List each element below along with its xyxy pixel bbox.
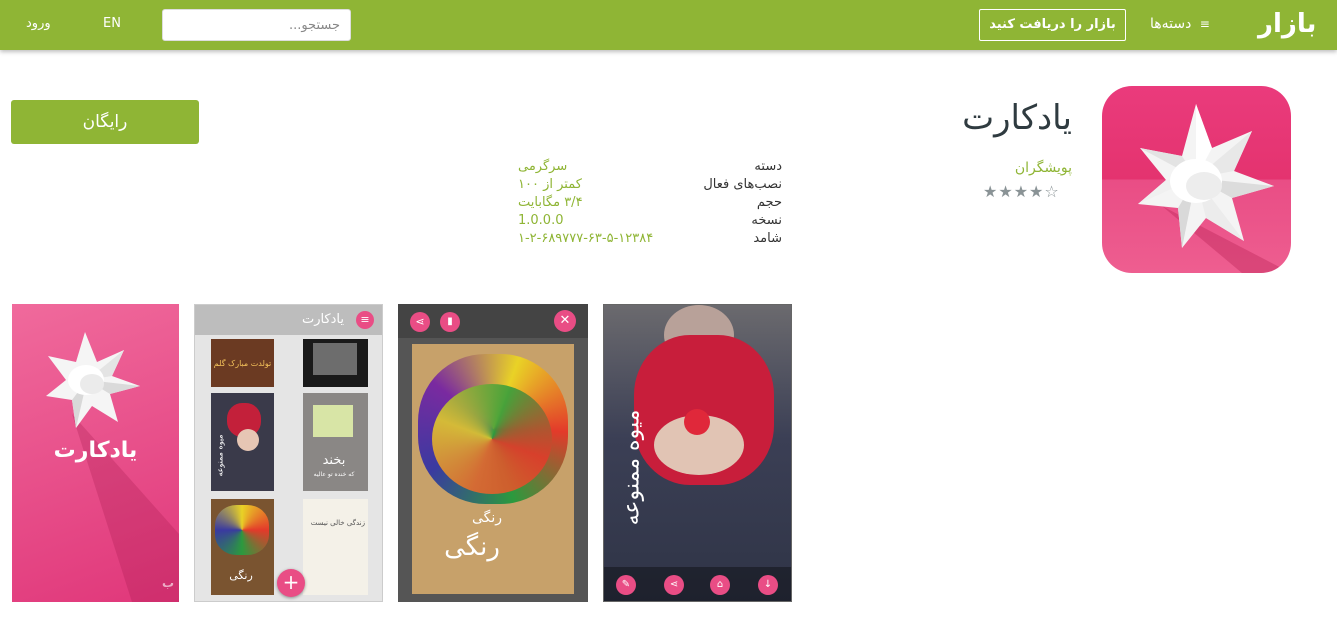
get-bazaar-button[interactable]: بازار را دریافت کنید <box>979 9 1126 41</box>
home-icon: ⌂ <box>710 575 730 595</box>
info-label: دسته <box>754 159 782 174</box>
info-value: 1.0.0.0 <box>518 213 564 228</box>
login-link[interactable]: ورود <box>26 16 51 31</box>
categories-menu[interactable]: ≡ دسته‌ها <box>1150 16 1210 32</box>
apple-icon <box>684 409 710 435</box>
info-label: شامد <box>753 231 782 246</box>
trash-icon: ▮ <box>440 312 460 332</box>
screenshot-3[interactable]: ⋖ ▮ ✕ رنگی رنگی <box>398 304 588 602</box>
info-value: کمتر از ۱۰۰ <box>518 177 582 192</box>
card-vertical-text: میوه ممنوعه <box>619 409 645 526</box>
info-row-category: دسته سرگرمی <box>518 158 782 176</box>
info-label: حجم <box>756 195 782 210</box>
search-input[interactable] <box>162 9 351 41</box>
info-row-shamed: شامد ۱-۲-۶۸۹۷۷۷-۶۳-۵-۱۲۳۸۴ <box>518 230 782 248</box>
categories-label: دسته‌ها <box>1150 16 1192 32</box>
card-big-text: رنگی <box>444 532 500 562</box>
app-info-table: دسته سرگرمی نصب‌های فعال کمتر از ۱۰۰ حجم… <box>518 158 782 248</box>
app-title: یادکارت <box>962 98 1072 138</box>
screenshot-2[interactable]: یادکارت ≡ تولدت مبارک گلم میوه ممنوعه بخ… <box>194 304 383 602</box>
bazaar-logo[interactable]: بازار <box>1258 8 1317 40</box>
download-icon: ↓ <box>758 575 778 595</box>
close-icon: ✕ <box>554 310 576 332</box>
edit-icon: ✎ <box>616 575 636 595</box>
screenshot-4[interactable]: میوه ممنوعه ✎ ⋖ ⌂ ↓ <box>603 304 792 602</box>
menu-icon: ≡ <box>356 311 374 329</box>
card-thumb: رنگی <box>211 499 274 595</box>
card-thumb <box>303 339 368 387</box>
hamburger-icon: ≡ <box>1199 17 1210 31</box>
watermark-logo: ب <box>162 576 175 590</box>
app-icon <box>1102 86 1291 273</box>
app-header-bar: یادکارت ≡ <box>195 305 382 335</box>
install-free-button[interactable]: رایگان <box>11 100 199 144</box>
info-row-version: نسخه 1.0.0.0 <box>518 212 782 230</box>
add-card-button-icon: + <box>277 569 305 597</box>
card-preview: رنگی رنگی <box>412 344 574 594</box>
rating-stars: ★★★★☆ <box>983 182 1060 201</box>
category-link[interactable]: سرگرمی <box>518 158 567 176</box>
info-value: ۳/۴ مگابایت <box>518 195 583 210</box>
card-thumb: بخند که خنده تو عالیه <box>303 393 368 491</box>
share-icon: ⋖ <box>664 575 684 595</box>
card-actions-bar: ✎ ⋖ ⌂ ↓ <box>604 567 791 601</box>
card-small-text: رنگی <box>471 510 503 526</box>
info-row-installs: نصب‌های فعال کمتر از ۱۰۰ <box>518 176 782 194</box>
info-label: نصب‌های فعال <box>703 177 782 192</box>
card-thumb: زندگی خالی نیست <box>303 499 368 595</box>
developer-link[interactable]: پویشگران <box>960 160 1072 176</box>
info-label: نسخه <box>751 213 782 228</box>
card-thumb: تولدت مبارک گلم <box>211 339 274 387</box>
share-icon: ⋖ <box>410 312 430 332</box>
info-row-size: حجم ۳/۴ مگابایت <box>518 194 782 212</box>
language-toggle[interactable]: EN <box>103 16 121 31</box>
card-thumb: میوه ممنوعه <box>211 393 274 491</box>
info-value: ۱-۲-۶۸۹۷۷۷-۶۳-۵-۱۲۳۸۴ <box>518 231 654 246</box>
card-toolbar: ⋖ ▮ ✕ <box>398 304 588 338</box>
splash-title: یادکارت <box>53 438 138 463</box>
screenshot-1[interactable]: یادکارت ب <box>12 304 179 602</box>
app-header-title: یادکارت <box>301 312 344 327</box>
paper-flower-icon <box>1138 104 1291 273</box>
top-navbar: بازار ≡ دسته‌ها بازار را دریافت کنید EN … <box>0 0 1337 50</box>
